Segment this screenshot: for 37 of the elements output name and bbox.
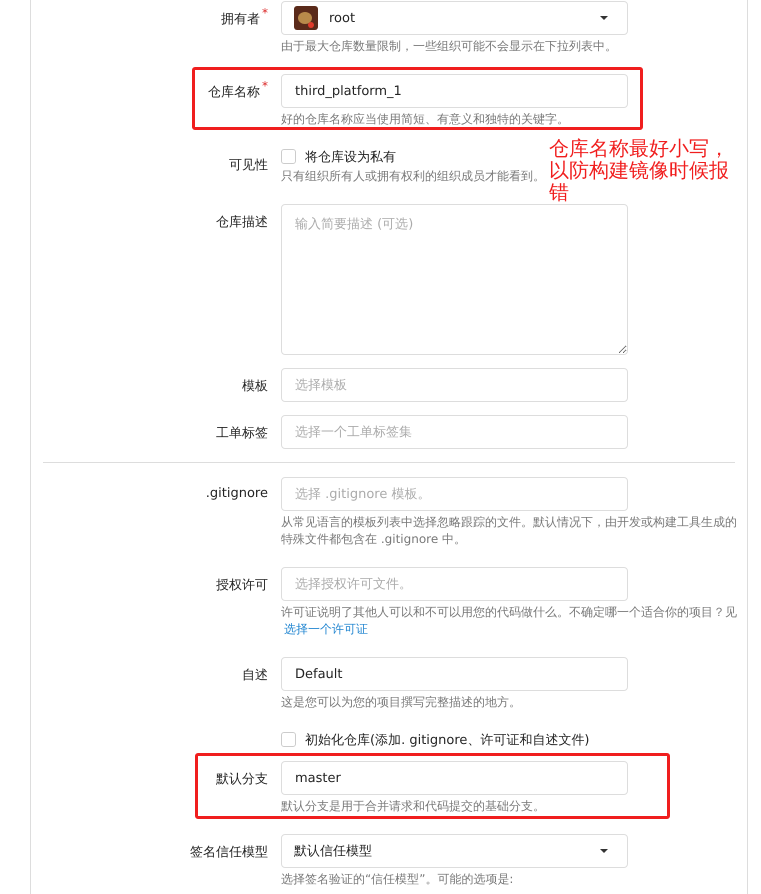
help-text: 只有组织所有人或拥有权利的组织成员才能看到。 [281, 168, 545, 185]
input-field[interactable]: master [281, 761, 628, 795]
field-label: 仓库名称 [208, 84, 260, 101]
required-mark: * [262, 79, 268, 93]
input-field[interactable]: 选择授权许可文件。 [281, 567, 628, 601]
field-label: 拥有者 [221, 11, 260, 28]
input-field[interactable]: Default [281, 657, 628, 691]
input-field[interactable]: 选择 .gitignore 模板。 [281, 477, 628, 511]
input-field[interactable]: third_platform_1 [281, 74, 628, 108]
help-text: 许可证说明了其他人可以和不可以用您的代码做什么。不确定哪一个适合你的项目？见 选择一个许可证 [281, 604, 737, 638]
help-text: 由于最大仓库数量限制，一些组织可能不会显示在下拉列表中。 [281, 38, 617, 55]
field-label: 签名信任模型 [190, 844, 268, 861]
input-field[interactable]: 选择一个工单标签集 [281, 415, 628, 449]
required-mark: * [262, 6, 268, 20]
checkbox-label[interactable]: 将仓库设为私有 [305, 148, 396, 166]
field-label: 仓库描述 [216, 214, 268, 231]
dropdown[interactable]: 默认信任模型 [281, 834, 628, 868]
help-text: 默认分支是用于合并请求和代码提交的基础分支。 [281, 798, 545, 815]
help-text: 从常见语言的模板列表中选择忽略跟踪的文件。默认情况下，由开发或构建工具生成的特殊文件都包含在 .gitignore 中。 [281, 514, 737, 548]
field-label: .gitignore [206, 486, 268, 501]
field-label: 可见性 [229, 157, 268, 174]
help-text: 选择签名验证的“信任模型”。可能的选项是: [281, 871, 514, 888]
field-label: 工单标签 [216, 425, 268, 442]
checkbox-label[interactable]: 初始化仓库(添加. gitignore、许可证和自述文件) [305, 730, 590, 748]
field-label: 模板 [242, 378, 268, 395]
checkbox[interactable] [281, 149, 296, 164]
help-text: 好的仓库名称应当使用简短、有意义和独特的关键字。 [281, 111, 569, 128]
field-label: 授权许可 [216, 577, 268, 594]
description-field[interactable]: 输入简要描述 (可选) [281, 204, 628, 355]
help-text: 这是您可以为您的项目撰写完整描述的地方。 [281, 694, 521, 711]
annotation-note: 仓库名称最好小写，以防构建镜像时候报错 [549, 137, 730, 203]
input-field[interactable]: 选择模板 [281, 368, 628, 402]
dropdown[interactable]: root [281, 1, 628, 35]
license-link[interactable]: 选择一个许可证 [284, 622, 368, 636]
field-label: 默认分支 [216, 771, 268, 788]
field-label: 自述 [242, 667, 268, 684]
checkbox[interactable] [281, 732, 296, 747]
